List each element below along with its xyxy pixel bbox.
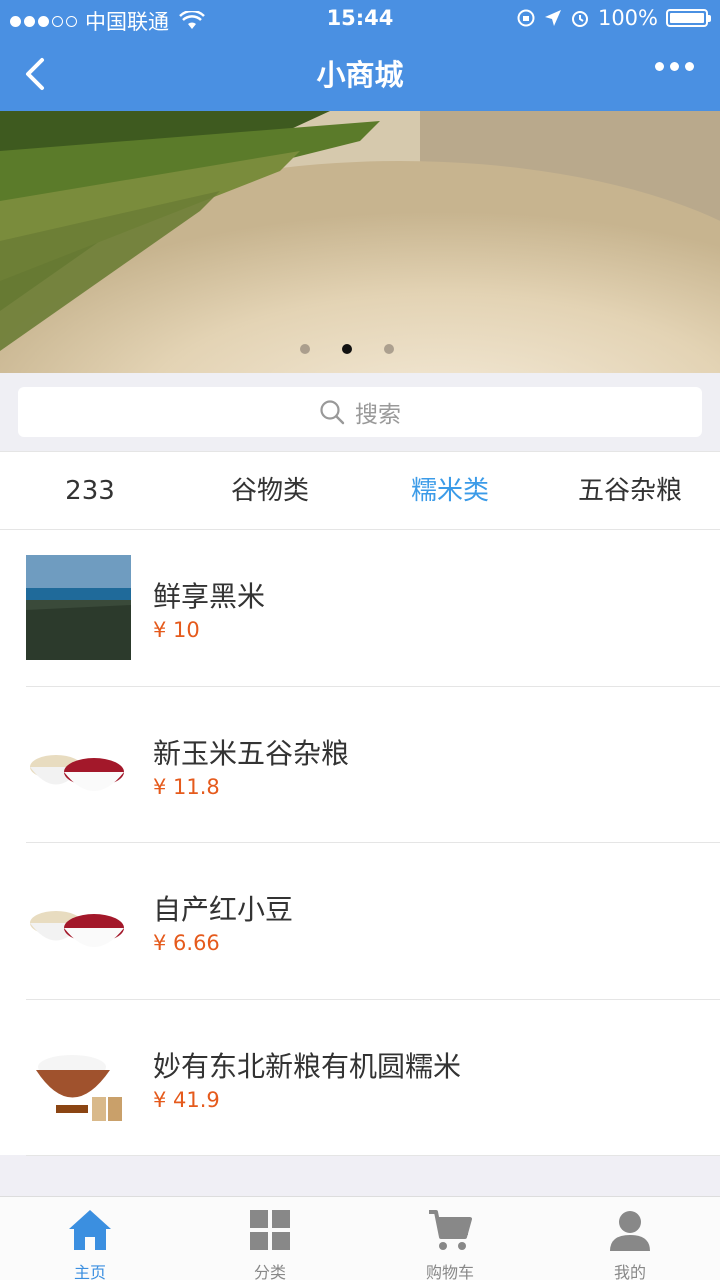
tab-label: 分类 xyxy=(253,1263,286,1280)
product-price: ¥ 41.9 xyxy=(153,1087,220,1112)
carousel-indicator xyxy=(300,344,394,354)
tab-label: 主页 xyxy=(73,1263,106,1280)
location-icon xyxy=(544,10,561,26)
status-right: 100% xyxy=(516,6,711,30)
list-item[interactable]: 妙有东北新粮有机圆糯米 ¥ 41.9 xyxy=(26,1000,720,1156)
product-thumbnail xyxy=(30,911,124,947)
tab-profile[interactable]: 我的 xyxy=(540,1197,720,1280)
user-icon xyxy=(610,1211,650,1251)
product-name: 新玉米五谷杂粮 xyxy=(153,736,350,770)
product-thumbnail xyxy=(26,555,131,660)
cart-icon xyxy=(429,1210,472,1250)
product-name: 自产红小豆 xyxy=(153,893,294,926)
carousel-dot[interactable] xyxy=(384,344,394,354)
product-price: ¥ 11.8 xyxy=(153,774,220,799)
product-list: 鲜享黑米 ¥ 10 新玉米五谷杂粮 ¥ 11.8 自产红小豆 ¥ 6.66 妙有… xyxy=(0,530,720,1156)
search-icon xyxy=(320,400,345,425)
tab-mixed-grains[interactable]: 五谷杂粮 xyxy=(540,452,720,529)
more-dot-icon xyxy=(670,62,679,71)
tab-glutinous-rice[interactable]: 糯米类 xyxy=(360,452,540,529)
carousel-dot[interactable] xyxy=(300,344,310,354)
tab-grains[interactable]: 谷物类 xyxy=(180,452,360,529)
product-name: 妙有东北新粮有机圆糯米 xyxy=(153,1049,462,1083)
tab-category[interactable]: 分类 xyxy=(180,1197,360,1280)
banner-image xyxy=(0,111,720,373)
alarm-icon xyxy=(571,11,588,27)
search-area: 搜索 xyxy=(0,373,720,451)
search-input[interactable]: 搜索 xyxy=(18,387,702,437)
more-dot-icon xyxy=(655,62,664,71)
list-item[interactable]: 自产红小豆 ¥ 6.66 xyxy=(26,843,720,1000)
grid-icon xyxy=(250,1210,290,1250)
battery-percent: 100% xyxy=(597,6,658,30)
product-price: ¥ 10 xyxy=(153,618,200,642)
tab-label: 我的 xyxy=(613,1263,646,1280)
product-thumbnail xyxy=(30,754,124,791)
battery-icon xyxy=(666,9,711,27)
more-dot-icon xyxy=(685,62,694,71)
bottom-tab-bar: 主页 分类 购物车 我的 xyxy=(0,1196,720,1280)
tab-233[interactable]: 233 xyxy=(0,452,180,529)
navigation-bar: 中国联通 15:44 100% 小商城 xyxy=(0,0,720,111)
more-button[interactable] xyxy=(655,62,694,71)
carousel-dot-active[interactable] xyxy=(342,344,352,354)
list-item[interactable]: 新玉米五谷杂粮 ¥ 11.8 xyxy=(26,687,720,843)
banner-carousel[interactable] xyxy=(0,111,720,373)
tab-home[interactable]: 主页 xyxy=(0,1197,180,1280)
product-name: 鲜享黑米 xyxy=(153,580,266,613)
product-price: ¥ 6.66 xyxy=(153,931,220,955)
search-placeholder: 搜索 xyxy=(355,402,401,428)
page-title: 小商城 xyxy=(316,58,404,92)
product-thumbnail xyxy=(36,1054,122,1121)
tab-label: 购物车 xyxy=(425,1263,474,1280)
home-icon xyxy=(69,1210,111,1250)
category-tabs: 233 谷物类 糯米类 五谷杂粮 xyxy=(0,451,720,530)
list-item[interactable]: 鲜享黑米 ¥ 10 xyxy=(26,530,720,687)
rotation-lock-icon xyxy=(517,9,535,27)
status-bar: 中国联通 15:44 100% xyxy=(0,0,720,38)
tab-cart[interactable]: 购物车 xyxy=(360,1197,540,1280)
